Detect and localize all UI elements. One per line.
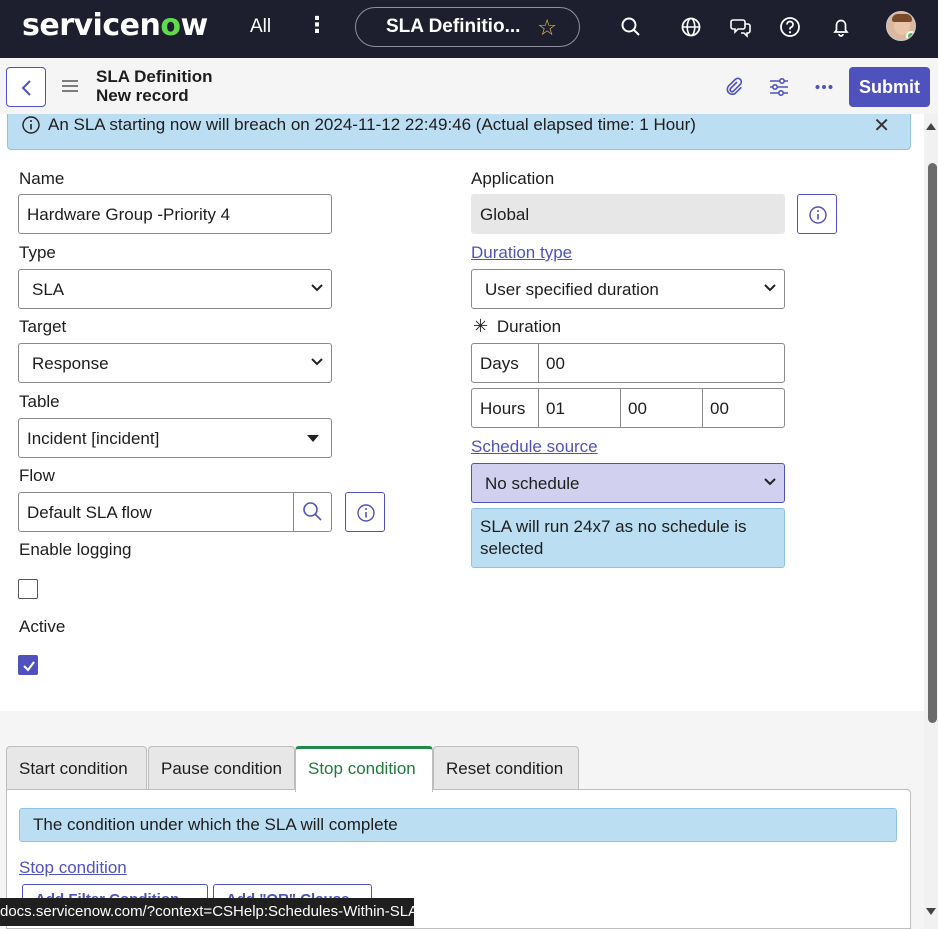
- seconds-input[interactable]: 00: [702, 388, 785, 428]
- flow-label: Flow: [19, 466, 55, 485]
- submit-button[interactable]: Submit: [849, 67, 930, 107]
- info-icon: [22, 116, 40, 134]
- user-avatar[interactable]: [886, 11, 916, 41]
- chevron-down-icon: [311, 284, 323, 292]
- table-combobox-value: Incident [incident]: [27, 429, 160, 448]
- breach-info-text: An SLA starting now will breach on 2024-…: [48, 115, 696, 134]
- status-bar-url-tooltip: docs.servicenow.com/?context=CSHelp:Sche…: [0, 898, 414, 926]
- breach-info-banner: An SLA starting now will breach on 2024-…: [7, 114, 911, 150]
- settings-sliders-icon[interactable]: [769, 77, 789, 97]
- more-options-icon[interactable]: [815, 84, 833, 90]
- duration-label: ✳ Duration: [473, 316, 561, 337]
- scrollbar-thumb[interactable]: [928, 163, 937, 723]
- chevron-left-icon: [21, 80, 31, 96]
- table-label: Table: [19, 392, 60, 411]
- days-input[interactable]: 00: [538, 343, 785, 383]
- flow-reference-value: Default SLA flow: [27, 503, 152, 522]
- attachment-paperclip-icon[interactable]: [724, 77, 744, 97]
- required-asterisk-icon: ✳: [473, 316, 489, 336]
- tab-reset-condition[interactable]: Reset condition: [433, 746, 579, 790]
- enable-logging-label: Enable logging: [19, 540, 132, 559]
- info-icon: [809, 206, 827, 224]
- context-pill[interactable]: SLA Definitio... ☆: [355, 7, 580, 47]
- top-nav: servicenow All ⋮ SLA Definitio... ☆: [0, 0, 938, 58]
- target-label: Target: [19, 317, 67, 336]
- chevron-down-icon: [311, 358, 323, 366]
- notifications-bell-icon[interactable]: [830, 16, 852, 38]
- more-menu-icon[interactable]: ⋮: [306, 14, 328, 36]
- chevron-down-icon: [764, 478, 776, 486]
- name-label: Name: [19, 169, 65, 188]
- tab-pause-condition[interactable]: Pause condition: [148, 746, 295, 790]
- record-title: SLA Definition New record: [96, 67, 212, 105]
- back-button[interactable]: [6, 67, 46, 107]
- name-input[interactable]: Hardware Group -Priority 4: [18, 194, 332, 234]
- context-pill-title: SLA Definitio...: [386, 16, 521, 37]
- application-readonly-field: Global: [471, 194, 785, 234]
- active-label: Active: [19, 617, 66, 636]
- globe-icon[interactable]: [680, 16, 702, 38]
- checkmark-icon: [23, 661, 35, 672]
- flow-divider: [293, 493, 294, 531]
- record-title-status: New record: [96, 86, 189, 105]
- avatar-hair: [892, 14, 912, 22]
- help-icon[interactable]: [779, 16, 801, 38]
- scroll-up-arrow-icon[interactable]: [926, 123, 936, 130]
- duration-type-select[interactable]: User specified duration: [471, 269, 785, 309]
- minutes-input[interactable]: 00: [620, 388, 703, 428]
- table-combobox[interactable]: Incident [incident]: [18, 418, 332, 458]
- favorite-star-icon[interactable]: ☆: [537, 15, 557, 41]
- active-checkbox[interactable]: [18, 655, 38, 675]
- servicenow-logo[interactable]: servicenow: [22, 8, 208, 43]
- hours-input[interactable]: 01: [538, 388, 621, 428]
- schedule-info-note: SLA will run 24x7 as no schedule is sele…: [471, 508, 785, 568]
- duration-label-text: Duration: [496, 317, 562, 336]
- type-select-value: SLA: [32, 280, 65, 299]
- schedule-source-link[interactable]: Schedule source: [471, 437, 598, 457]
- online-status-icon: [906, 31, 915, 40]
- application-info-button[interactable]: [797, 194, 837, 234]
- search-icon[interactable]: [620, 16, 642, 38]
- flow-reference-field[interactable]: Default SLA flow: [18, 492, 332, 532]
- close-banner-icon[interactable]: ✕: [873, 116, 890, 136]
- scroll-down-arrow-icon[interactable]: [926, 908, 936, 915]
- schedule-source-value: No schedule: [485, 474, 580, 493]
- schedule-source-select[interactable]: No schedule: [471, 463, 785, 503]
- chat-icon[interactable]: [730, 16, 752, 38]
- hamburger-menu-icon[interactable]: [62, 80, 78, 92]
- days-unit-label: Days: [471, 343, 539, 383]
- record-header: SLA Definition New record Submit: [0, 58, 938, 114]
- type-select[interactable]: SLA: [18, 269, 332, 309]
- type-label: Type: [19, 243, 56, 262]
- target-select-value: Response: [32, 354, 109, 373]
- duration-type-link[interactable]: Duration type: [471, 243, 572, 263]
- duration-type-value: User specified duration: [485, 280, 659, 299]
- application-label: Application: [471, 169, 555, 188]
- chevron-down-icon: [764, 284, 776, 292]
- enable-logging-checkbox[interactable]: [18, 579, 38, 599]
- target-select[interactable]: Response: [18, 343, 332, 383]
- record-title-table: SLA Definition: [96, 67, 213, 86]
- tab-stop-condition[interactable]: Stop condition: [295, 746, 433, 792]
- stop-condition-info-banner: The condition under which the SLA will c…: [19, 808, 897, 842]
- flow-info-button[interactable]: [345, 492, 385, 532]
- stop-condition-link[interactable]: Stop condition: [19, 858, 127, 878]
- tab-start-condition[interactable]: Start condition: [6, 746, 147, 790]
- caret-down-icon: [307, 435, 319, 442]
- hours-unit-label: Hours: [471, 388, 539, 428]
- lookup-search-icon[interactable]: [302, 501, 323, 522]
- all-menu-button[interactable]: All: [250, 16, 271, 38]
- info-icon: [357, 504, 375, 522]
